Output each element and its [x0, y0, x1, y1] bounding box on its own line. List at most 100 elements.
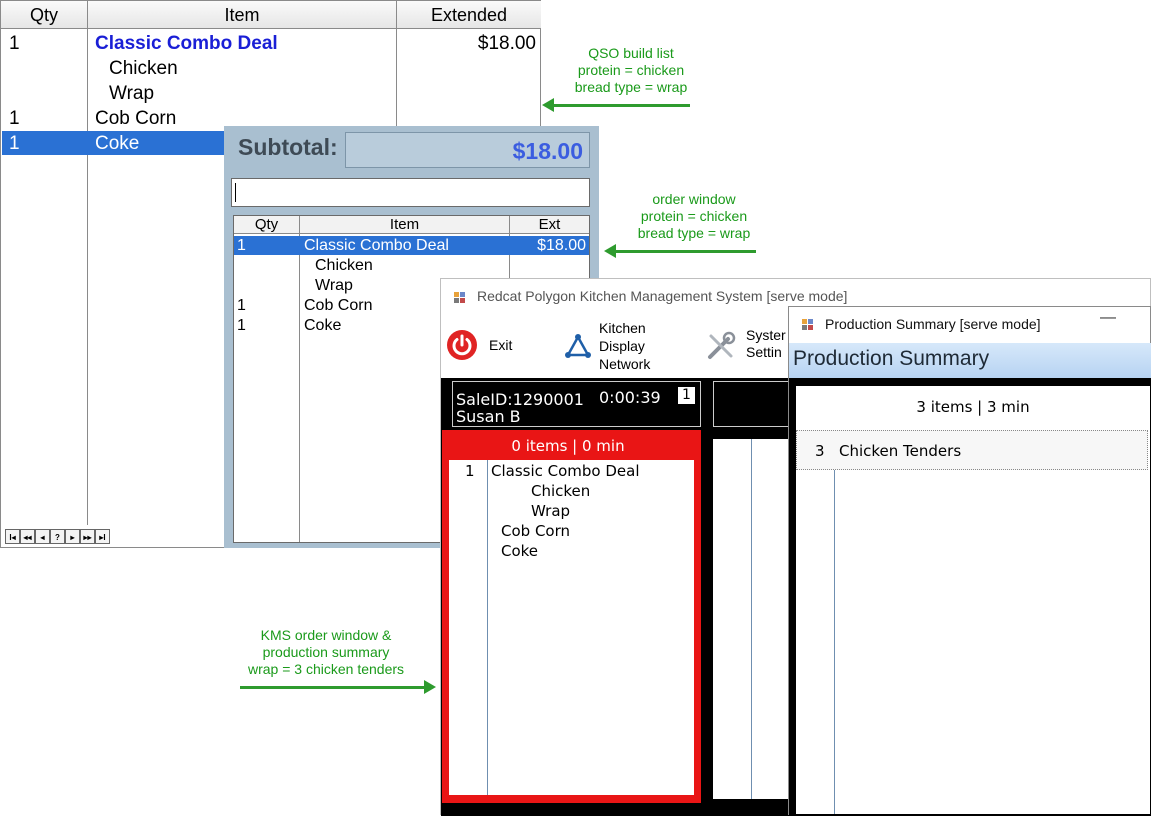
ticket-item-qty[interactable]: 1 [465, 461, 475, 481]
next-record-button[interactable]: ▸ [65, 529, 80, 544]
table-row-ext[interactable]: $18.00 [537, 236, 586, 256]
annotation-line: KMS order window & [260, 627, 392, 643]
table-row-item[interactable]: Coke [95, 131, 139, 156]
column-header-qty[interactable]: Qty [234, 216, 300, 234]
record-navigator: I◂ ◂◂ ◂ ? ▸ ▸▸ ▸I [5, 529, 110, 545]
annotation-line: production summary [262, 644, 390, 660]
kitchen-display-network-label: Kitchen Display Network [599, 319, 650, 373]
minimize-button[interactable]: — [1100, 309, 1116, 327]
ticket-timer: 0:00:39 [599, 388, 661, 407]
annotation-line: QSO build list [588, 45, 674, 61]
column-divider [396, 29, 397, 129]
table-row-qty[interactable]: 1 [237, 316, 246, 336]
table-row[interactable]: 3 Chicken Tenders [796, 430, 1148, 470]
network-icon [565, 334, 591, 358]
production-summary-window: Production Summary [serve mode] — Produc… [788, 306, 1151, 816]
table-row-qty[interactable]: 1 [237, 236, 246, 256]
column-divider [487, 460, 488, 795]
subtotal-label: Subtotal: [238, 134, 338, 160]
window-title: Redcat Polygon Kitchen Management System… [477, 288, 848, 304]
last-record-button[interactable]: ▸I [95, 529, 110, 544]
label-line: Syster [746, 327, 786, 343]
table-row-item[interactable]: Chicken [315, 256, 373, 276]
page-title: Production Summary [793, 347, 990, 370]
heading-bar: Production Summary [789, 343, 1151, 378]
tools-icon [708, 331, 736, 359]
column-divider [751, 439, 752, 799]
annotation-line: order window [652, 191, 736, 207]
column-header-item[interactable]: Item [88, 1, 397, 29]
label-line: Settin [746, 344, 782, 360]
column-header-extended[interactable]: Extended [397, 1, 541, 29]
column-divider [87, 29, 88, 525]
ticket-header-empty[interactable] [713, 381, 793, 427]
table-row-item[interactable]: Chicken [109, 56, 178, 81]
power-icon [447, 330, 477, 360]
ticket-items: 1 Classic Combo Deal Chicken Wrap Cob Co… [449, 460, 694, 795]
table-row-item[interactable]: Coke [304, 316, 341, 336]
table-row-item[interactable]: Classic Combo Deal [304, 236, 449, 256]
annotation-kms: KMS order window & production summary wr… [236, 627, 416, 678]
label-line: Kitchen [599, 320, 646, 336]
exit-button[interactable]: Exit [446, 329, 512, 361]
text-caret [235, 183, 236, 202]
table-row-qty[interactable]: 1 [237, 296, 246, 316]
first-record-button[interactable]: I◂ [5, 529, 20, 544]
kitchen-display-network-button[interactable]: Kitchen Display Network [561, 319, 671, 375]
exit-label: Exit [489, 337, 513, 353]
table-row-extended[interactable]: $18.00 [478, 31, 536, 56]
table-row-item[interactable]: Wrap [315, 276, 353, 296]
subtotal-box: $18.00 [345, 132, 590, 168]
ticket-item[interactable]: Cob Corn [501, 521, 570, 541]
production-item-name: Chicken Tenders [839, 442, 962, 460]
annotation-line: protein = chicken [640, 208, 748, 224]
table-row-qty[interactable]: 1 [9, 31, 20, 56]
prev-page-button[interactable]: ◂◂ [20, 529, 35, 544]
table-row-item[interactable]: Wrap [109, 81, 154, 106]
table-row-qty[interactable]: 1 [9, 106, 20, 131]
annotation-arrow [550, 104, 690, 107]
next-page-button[interactable]: ▸▸ [80, 529, 95, 544]
annotation-line: bread type = wrap [574, 79, 688, 95]
production-item-qty: 3 [815, 442, 825, 460]
production-summary-count: 3 items | 3 min [916, 398, 1030, 416]
annotation-qso: QSO build list protein = chicken bread t… [566, 45, 696, 96]
column-divider [834, 470, 835, 814]
column-divider [299, 234, 300, 542]
annotation-line: wrap = 3 chicken tenders [247, 661, 405, 677]
subtotal-value: $18.00 [512, 138, 583, 164]
ticket-item[interactable]: Wrap [531, 501, 570, 521]
arrow-left-icon [604, 244, 616, 258]
ticket-item[interactable]: Chicken [531, 481, 590, 501]
help-button[interactable]: ? [50, 529, 65, 544]
column-header-qty[interactable]: Qty [1, 1, 88, 29]
arrow-right-icon [424, 680, 436, 694]
server-name: Susan B [456, 407, 521, 426]
app-icon [454, 292, 466, 304]
ticket-item[interactable]: Coke [501, 541, 538, 561]
system-settings-button[interactable]: Syster Settin [706, 327, 786, 367]
table-row-item[interactable]: Classic Combo Deal [95, 31, 278, 56]
table-row-item[interactable]: Cob Corn [95, 106, 176, 131]
column-header-ext[interactable]: Ext [510, 216, 589, 234]
table-row-item[interactable]: Cob Corn [304, 296, 372, 316]
window-title: Production Summary [serve mode] [825, 316, 1041, 332]
annotation-order: order window protein = chicken bread typ… [626, 191, 762, 242]
ticket-header[interactable]: SaleID:1290001 0:00:39 1 Susan B [452, 381, 701, 427]
ticket-number: 1 [678, 387, 695, 404]
table-row-qty[interactable]: 1 [9, 131, 20, 156]
arrow-left-icon [542, 98, 554, 112]
annotation-arrow [612, 250, 756, 253]
prev-record-button[interactable]: ◂ [35, 529, 50, 544]
kms-ticket[interactable]: 0 items | 0 min 1 Classic Combo Deal Chi… [442, 430, 701, 803]
ticket-panel-empty[interactable] [713, 439, 791, 799]
label-line: Display [599, 338, 645, 354]
column-header-item[interactable]: Item [300, 216, 510, 234]
production-panel: 3 items | 3 min 3 Chicken Tenders [796, 386, 1150, 814]
ticket-item[interactable]: Classic Combo Deal [491, 461, 640, 481]
annotation-line: bread type = wrap [637, 225, 751, 241]
app-icon [802, 319, 814, 331]
ticket-summary: 0 items | 0 min [511, 437, 625, 455]
label-line: Network [599, 356, 651, 372]
item-entry-input[interactable] [231, 178, 590, 207]
